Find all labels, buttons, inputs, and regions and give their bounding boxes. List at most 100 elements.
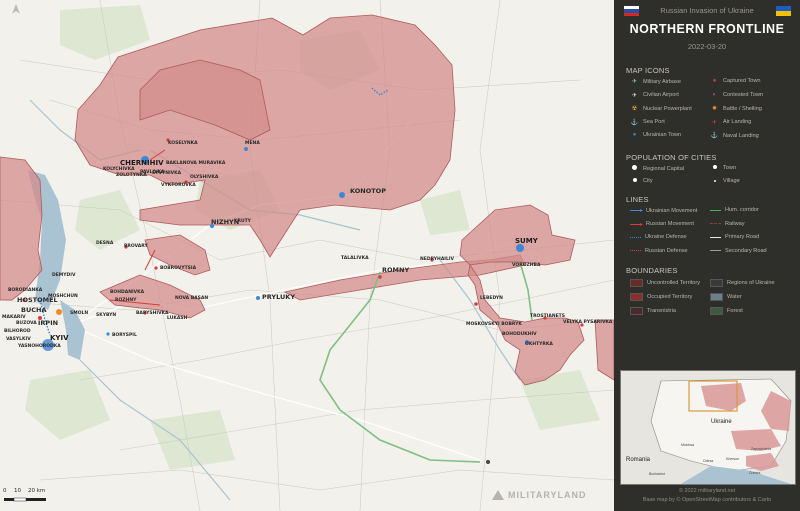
line-style-icon xyxy=(630,250,641,251)
airport-icon: ✈ xyxy=(631,92,638,99)
legend-label: Ukrainian Town xyxy=(643,132,682,138)
map-title: NORTHERN FRONTLINE xyxy=(629,22,785,36)
legend-item: ✈ Civilian Airport xyxy=(630,92,679,99)
boundary-swatch-icon xyxy=(630,279,643,287)
inset-label: Romania xyxy=(626,457,651,463)
legend-label: Town xyxy=(723,165,737,171)
population-heading: POPULATION OF CITIES xyxy=(626,153,717,162)
town-label: KOSELYNKA xyxy=(168,141,198,146)
town-label: KYIV xyxy=(50,334,69,342)
population-dot-icon xyxy=(710,165,719,171)
legend-label: Contested Town xyxy=(723,91,764,98)
frontline-map[interactable]: CHERNIHIV KOSELYNKA BAKLANOVA MURAVIKA K… xyxy=(0,0,614,511)
map-icons-heading: MAP ICONS xyxy=(626,66,670,75)
scale-bar xyxy=(4,497,46,502)
legend-label: Primary Road xyxy=(725,234,760,240)
airbase-icon: ✈ xyxy=(631,79,638,85)
legend-label: Nuclear Powerplant xyxy=(643,105,692,112)
naval-landing-icon: ⚓ xyxy=(710,133,719,139)
legend-label: Regional Capital xyxy=(643,165,685,172)
legend-item: Russian Defense xyxy=(630,248,688,254)
scale-label: 20 km xyxy=(28,488,46,494)
town-label: ROZHNY xyxy=(115,298,137,303)
inset-label: Bucharest xyxy=(649,472,665,476)
legend-label: Village xyxy=(723,178,740,184)
line-style-icon xyxy=(710,236,721,238)
town-label: CHERNIHIV xyxy=(120,159,164,167)
legend-label: Forest xyxy=(727,308,743,314)
town-label: SKYBYN xyxy=(96,313,117,318)
legend-item: Ukraine Defense xyxy=(630,234,687,240)
boundary-swatch-icon xyxy=(630,293,643,301)
town-label: BARYSHIVKA xyxy=(136,311,169,316)
map-canvas xyxy=(0,0,614,511)
town-label: MENA xyxy=(245,141,260,146)
town-label: MAKARIV xyxy=(2,315,26,320)
legend-item: City xyxy=(630,178,653,184)
town-label: KONOTOP xyxy=(350,187,386,195)
town-label: IRPIN xyxy=(38,319,59,327)
legend-label: City xyxy=(643,178,653,184)
town-label: BUZOVA xyxy=(16,321,37,326)
town-label: NEDRYHAILIV xyxy=(420,257,455,262)
line-style-icon xyxy=(710,250,721,251)
population-dot-icon xyxy=(710,178,719,184)
legend-label: Hum. corridor xyxy=(725,207,759,213)
town-label: OKHTYRKA xyxy=(525,342,553,347)
inset-label: Kherson xyxy=(726,457,740,461)
scale-label: 10 xyxy=(14,488,21,494)
population-dot-icon xyxy=(630,178,639,184)
inset-label: Ukraine xyxy=(711,419,732,425)
basemap-credit: Base map by © OpenStreetMap contributors… xyxy=(642,497,772,503)
legend-label: Railway xyxy=(725,220,745,227)
town-label: LUKASH xyxy=(167,316,188,321)
map-view: CHERNIHIV KOSELYNKA BAKLANOVA MURAVIKA K… xyxy=(0,0,800,511)
town-label: VOROZHBA xyxy=(512,263,541,268)
overview-inset-map: Ukraine Romania Moldova Bucharest Crimea… xyxy=(620,370,796,485)
legend-item: ☢ Nuclear Powerplant xyxy=(630,105,692,113)
contested-town-icon: ◐ xyxy=(712,91,717,98)
legend-item: ▸ Ukrainian Movement xyxy=(630,207,697,214)
legend-label: Sea Port xyxy=(643,119,665,125)
town-label: VELYKA PYSARIVKA xyxy=(563,320,613,325)
inset-label: Zaporizhzhia xyxy=(751,447,772,451)
town-label: NOVA BASAN xyxy=(175,296,209,301)
inset-label: Odesa xyxy=(703,459,714,463)
legend-item: Regional Capital xyxy=(630,165,684,172)
line-style-icon xyxy=(710,223,721,224)
brand-logo-icon xyxy=(492,490,504,500)
legend-item: ⚓ Sea Port xyxy=(630,119,665,126)
copyright-text: © 2022 militaryland.net xyxy=(678,488,736,494)
legend-item: ● Captured Town xyxy=(710,78,761,84)
legend-label: Water xyxy=(727,294,742,300)
legend-item: Regions of Ukraine xyxy=(710,279,775,287)
town-label: DESNA xyxy=(96,241,114,246)
town-label: MOSKOVSKYI BOBRYK xyxy=(466,322,522,327)
town-label: TALALIVKA xyxy=(341,256,369,261)
map-subtitle: Russian Invasion of Ukraine xyxy=(660,6,754,15)
air-landing-icon: ✈ xyxy=(711,119,718,126)
legend-item: ✈ Military Airbase xyxy=(630,78,681,86)
legend-label: Military Airbase xyxy=(643,78,681,85)
legend-label: Captured Town xyxy=(723,78,761,84)
scale-label: 0 xyxy=(3,488,7,494)
nuclear-icon: ☢ xyxy=(631,106,638,112)
population-dot-icon xyxy=(630,165,639,172)
town-label: BILHOROD xyxy=(4,329,31,334)
town-label: SUMY xyxy=(515,237,538,245)
boundary-swatch-icon xyxy=(710,307,723,315)
legend-label: Battle / Shelling xyxy=(723,105,762,112)
town-label: TROSTIANETS xyxy=(530,314,565,319)
legend-label: Air Landing xyxy=(723,119,752,125)
town-label: KRUTY xyxy=(234,219,251,224)
legend-label: Civilian Airport xyxy=(643,92,679,98)
brand-name: MILITARYLAND xyxy=(508,490,587,500)
boundary-swatch-icon xyxy=(710,293,723,301)
town-label: BOHDANIVKA xyxy=(110,290,145,295)
legend-item: Village xyxy=(710,178,740,184)
town-label: PRYLUKY xyxy=(262,293,296,301)
town-label: BAKLANOVA MURAVIKA xyxy=(166,161,226,166)
legend-label: Russian Defense xyxy=(645,247,688,254)
map-date: 2022-03-20 xyxy=(687,42,727,51)
inset-label: Crimea xyxy=(749,471,761,475)
